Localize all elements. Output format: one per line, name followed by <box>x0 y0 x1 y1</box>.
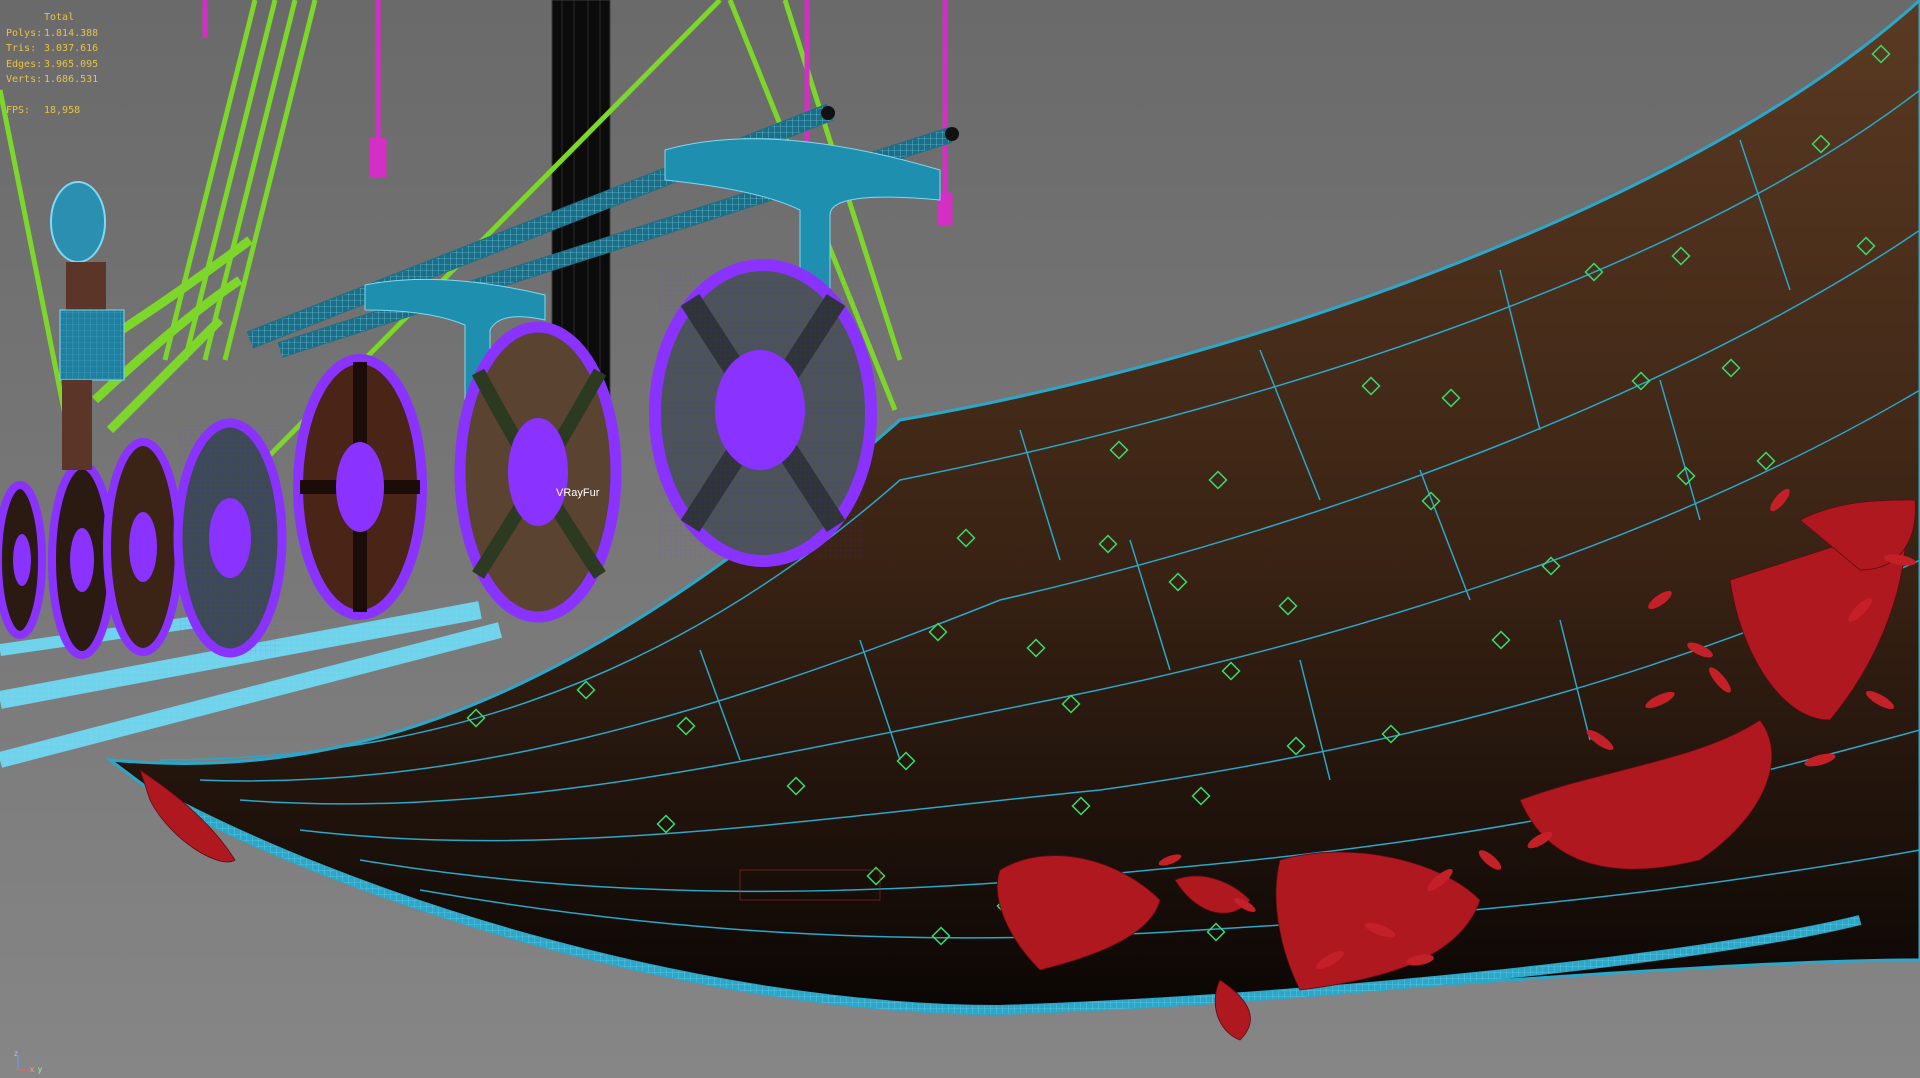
polys-label: Polys: <box>6 27 43 39</box>
tris-label: Tris: <box>6 43 37 54</box>
edges-label: Edges: <box>6 58 43 70</box>
polys-value: 1.814.388 <box>44 27 99 39</box>
shield-7[interactable] <box>649 259 877 567</box>
stats-edges-row: Edges: 3.965.095 <box>6 57 98 73</box>
3d-viewport[interactable]: Total Polys: 1.814.388 Tris: 3.037.616 E… <box>0 0 1920 1078</box>
stats-tris-row: Tris: 3.037.616 <box>6 41 98 57</box>
verts-label: Verts: <box>6 74 43 85</box>
edges-value: 3.965.095 <box>44 58 99 70</box>
shield-5[interactable] <box>293 354 427 620</box>
axis-y-label: y <box>38 1065 42 1074</box>
stats-header: Total <box>44 12 75 23</box>
shield-4[interactable] <box>173 418 287 658</box>
fps-label: FPS: <box>6 104 31 116</box>
tris-value: 3.037.616 <box>44 43 99 54</box>
viewport-statistics-overlay: Total Polys: 1.814.388 Tris: 3.037.616 E… <box>6 10 98 118</box>
shield-6[interactable] <box>454 321 622 623</box>
stats-polys-row: Polys: 1.814.388 <box>6 26 98 42</box>
ship-wireframe-scene[interactable] <box>0 0 1920 1078</box>
axis-x-label: x <box>30 1065 34 1074</box>
shield-1[interactable] <box>0 481 46 639</box>
shield-2[interactable] <box>48 461 116 659</box>
fps-value: 18,958 <box>44 104 81 116</box>
verts-value: 1.686.531 <box>44 74 99 85</box>
axis-gizmo[interactable]: z x y <box>12 1050 52 1074</box>
object-name-label[interactable]: VRayFur <box>556 487 599 499</box>
stats-verts-row: Verts: 1.686.531 <box>6 72 98 88</box>
axis-z-label: z <box>14 1050 18 1058</box>
stats-fps-row: FPS: 18,958 <box>6 103 98 119</box>
shield-3[interactable] <box>103 438 183 656</box>
